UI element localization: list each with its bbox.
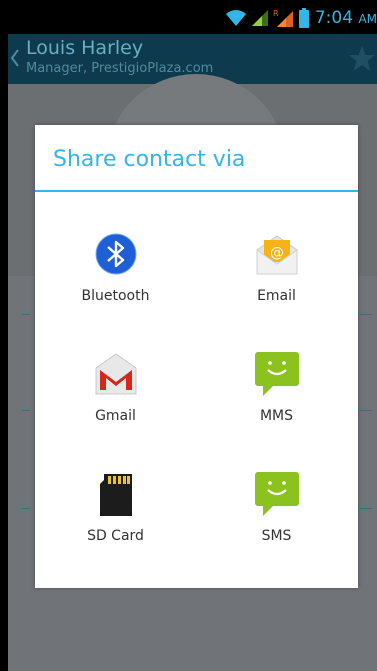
status-icons: R 7:04 AM: [225, 7, 377, 29]
status-bar: R 7:04 AM: [8, 0, 377, 34]
contact-name: Louis Harley: [26, 37, 144, 59]
share-option-label: SMS: [261, 528, 292, 544]
share-option-mms[interactable]: MMS: [196, 312, 357, 432]
screen: R 7:04 AM Louis Harley Manager, Prestigi…: [8, 0, 377, 671]
mms-icon: [254, 352, 299, 396]
wifi-icon: [225, 10, 246, 26]
divider: [360, 410, 372, 411]
back-chevron-icon[interactable]: [10, 46, 20, 70]
share-option-bluetooth[interactable]: Bluetooth: [35, 192, 196, 312]
divider: [22, 410, 30, 411]
battery-icon: [298, 8, 309, 28]
divider: [360, 508, 372, 509]
gmail-icon: [95, 353, 136, 395]
share-option-label: SD Card: [87, 528, 144, 544]
svg-text:@: @: [270, 245, 284, 261]
share-option-gmail[interactable]: Gmail: [35, 312, 196, 432]
share-dialog: Share contact via Bluetooth @ Email Gmai…: [35, 125, 358, 588]
email-icon: @: [256, 235, 297, 275]
share-option-label: Bluetooth: [81, 288, 150, 304]
status-time-ampm: AM: [358, 12, 377, 26]
share-option-label: MMS: [259, 408, 294, 424]
divider: [22, 508, 30, 509]
share-option-label: Email: [257, 288, 296, 304]
bluetooth-icon: [95, 233, 136, 275]
signal-icon: [251, 10, 268, 26]
share-option-label: Gmail: [95, 408, 136, 424]
sms-icon: [254, 472, 299, 516]
sd-card-icon: [99, 474, 132, 516]
signal-roaming-icon: R: [273, 9, 293, 27]
divider: [360, 314, 372, 315]
dialog-title: Share contact via: [53, 147, 246, 172]
status-time-value: 7:04: [314, 8, 354, 28]
divider: [22, 314, 30, 315]
roaming-indicator: R: [273, 9, 279, 18]
star-icon[interactable]: [347, 44, 377, 74]
share-option-sms[interactable]: SMS: [196, 432, 357, 552]
status-time: 7:04 AM: [315, 8, 377, 28]
share-option-sd-card[interactable]: SD Card: [35, 432, 196, 552]
share-option-email[interactable]: @ Email: [196, 192, 357, 312]
